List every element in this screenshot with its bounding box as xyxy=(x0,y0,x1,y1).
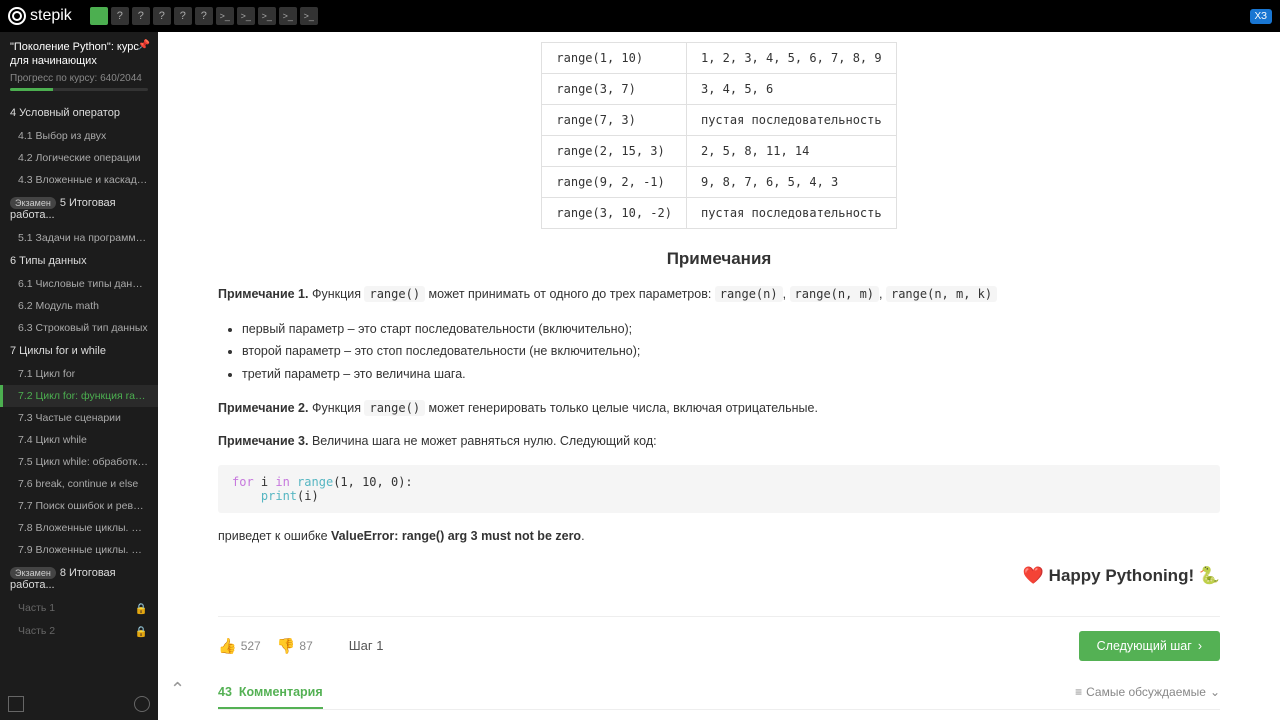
sort-dropdown[interactable]: ≡ Самые обсуждаемые ⌄ xyxy=(1075,685,1220,699)
nav-item[interactable]: 5.1 Задачи на программир... xyxy=(0,227,158,249)
user-badge[interactable]: ХЗ xyxy=(1250,9,1273,24)
table-cell: 1, 2, 3, 4, 5, 6, 7, 8, 9 xyxy=(686,43,896,74)
step-pill[interactable] xyxy=(216,7,234,25)
table-cell: range(7, 3) xyxy=(542,105,687,136)
table-cell: range(2, 15, 3) xyxy=(542,136,687,167)
lock-icon: 🔒 xyxy=(135,602,148,615)
nav-item[interactable]: 7.8 Вложенные циклы. Ча... xyxy=(0,517,158,539)
happy-pythoning: ❤️ Happy Pythoning! 🐍 xyxy=(218,566,1220,586)
nav-item[interactable]: 7.3 Частые сценарии xyxy=(0,407,158,429)
course-title: "Поколение Python": курс для начинающих xyxy=(10,40,148,69)
pin-icon[interactable]: 📌 xyxy=(138,40,150,51)
fullscreen-icon[interactable] xyxy=(8,696,24,712)
nav-exam[interactable]: Экзамен5 Итоговая работа... xyxy=(0,191,158,227)
logo[interactable]: stepik xyxy=(8,7,72,25)
note-2: Примечание 2. Функция range() может гене… xyxy=(218,399,1220,418)
nav-item[interactable]: 6.3 Строковый тип данных xyxy=(0,317,158,339)
nav-item[interactable]: 4.2 Логические операции xyxy=(0,147,158,169)
table-cell: range(3, 7) xyxy=(542,74,687,105)
step-pill[interactable] xyxy=(258,7,276,25)
lesson-content: range(1, 10)1, 2, 3, 4, 5, 6, 7, 8, 9ran… xyxy=(158,32,1280,720)
list-item: первый параметр – это старт последовател… xyxy=(242,318,1220,341)
chevron-right-icon: › xyxy=(1198,639,1202,653)
logo-icon xyxy=(8,7,26,25)
nav-locked[interactable]: Часть 2🔒 xyxy=(0,620,158,643)
chevron-down-icon: ⌄ xyxy=(1210,685,1220,699)
nav-item[interactable]: 7.2 Цикл for: функция range xyxy=(0,385,158,407)
nav-item[interactable]: 7.1 Цикл for xyxy=(0,363,158,385)
nav-exam[interactable]: Экзамен8 Итоговая работа... xyxy=(0,561,158,597)
nav-section[interactable]: 7 Циклы for и while xyxy=(0,339,158,363)
step-pill[interactable]: ? xyxy=(174,7,192,25)
step-navigation: ????? xyxy=(90,7,318,25)
thumb-down-icon: 👎 xyxy=(277,637,296,655)
table-cell: range(1, 10) xyxy=(542,43,687,74)
sidebar: "Поколение Python": курс для начинающих … xyxy=(0,32,158,720)
nav-item[interactable]: 4.3 Вложенные и каскадн... xyxy=(0,169,158,191)
list-item: третий параметр – это величина шага. xyxy=(242,363,1220,386)
step-label: Шаг 1 xyxy=(349,638,384,653)
like-button[interactable]: 👍 527 xyxy=(218,637,261,655)
nav-item[interactable]: 7.6 break, continue и else xyxy=(0,473,158,495)
nav-item[interactable]: 6.1 Числовые типы данны... xyxy=(0,273,158,295)
nav-item[interactable]: 7.4 Цикл while xyxy=(0,429,158,451)
table-cell: 9, 8, 7, 6, 5, 4, 3 xyxy=(686,167,896,198)
note-1-list: первый параметр – это старт последовател… xyxy=(242,318,1220,386)
step-pill[interactable]: ? xyxy=(195,7,213,25)
nav-locked[interactable]: Часть 1🔒 xyxy=(0,597,158,620)
sort-icon: ≡ xyxy=(1075,685,1082,699)
progress-bar xyxy=(10,88,148,91)
step-pill[interactable] xyxy=(237,7,255,25)
section-title: Примечания xyxy=(218,249,1220,269)
note-3-tail: приведет к ошибке ValueError: range() ar… xyxy=(218,527,1220,546)
comments-tab[interactable]: 43 Комментария xyxy=(218,685,323,709)
thumb-up-icon: 👍 xyxy=(218,637,237,655)
nav-section[interactable]: 4 Условный оператор xyxy=(0,101,158,125)
code-block: for i in range(1, 10, 0): print(i) xyxy=(218,465,1220,513)
range-examples-table: range(1, 10)1, 2, 3, 4, 5, 6, 7, 8, 9ran… xyxy=(541,42,896,229)
settings-icon[interactable] xyxy=(134,696,150,712)
table-cell: пустая последовательность xyxy=(686,198,896,229)
nav-item[interactable]: 7.5 Цикл while: обработка ... xyxy=(0,451,158,473)
table-cell: range(3, 10, -2) xyxy=(542,198,687,229)
lock-icon: 🔒 xyxy=(135,625,148,638)
logo-text: stepik xyxy=(30,7,72,25)
nav-item[interactable]: 7.7 Поиск ошибок и ревью... xyxy=(0,495,158,517)
step-pill[interactable]: ? xyxy=(153,7,171,25)
table-cell: range(9, 2, -1) xyxy=(542,167,687,198)
nav-item[interactable]: 6.2 Модуль math xyxy=(0,295,158,317)
step-pill[interactable]: ? xyxy=(132,7,150,25)
list-item: второй параметр – это стоп последователь… xyxy=(242,340,1220,363)
step-pill[interactable] xyxy=(300,7,318,25)
note-1: Примечание 1. Функция range() может прин… xyxy=(218,285,1220,304)
scroll-top-button[interactable]: ⌃ xyxy=(170,679,185,700)
table-cell: 2, 5, 8, 11, 14 xyxy=(686,136,896,167)
note-3: Примечание 3. Величина шага не может рав… xyxy=(218,432,1220,451)
nav-item[interactable]: 7.9 Вложенные циклы. Ча... xyxy=(0,539,158,561)
dislike-button[interactable]: 👎 87 xyxy=(277,637,313,655)
next-step-button[interactable]: Следующий шаг › xyxy=(1079,631,1220,661)
progress-text: Прогресс по курсу: 640/2044 xyxy=(10,73,148,84)
step-pill[interactable]: ? xyxy=(111,7,129,25)
nav-item[interactable]: 4.1 Выбор из двух xyxy=(0,125,158,147)
nav-section[interactable]: 6 Типы данных xyxy=(0,249,158,273)
step-pill[interactable] xyxy=(279,7,297,25)
table-cell: 3, 4, 5, 6 xyxy=(686,74,896,105)
table-cell: пустая последовательность xyxy=(686,105,896,136)
step-pill[interactable] xyxy=(90,7,108,25)
